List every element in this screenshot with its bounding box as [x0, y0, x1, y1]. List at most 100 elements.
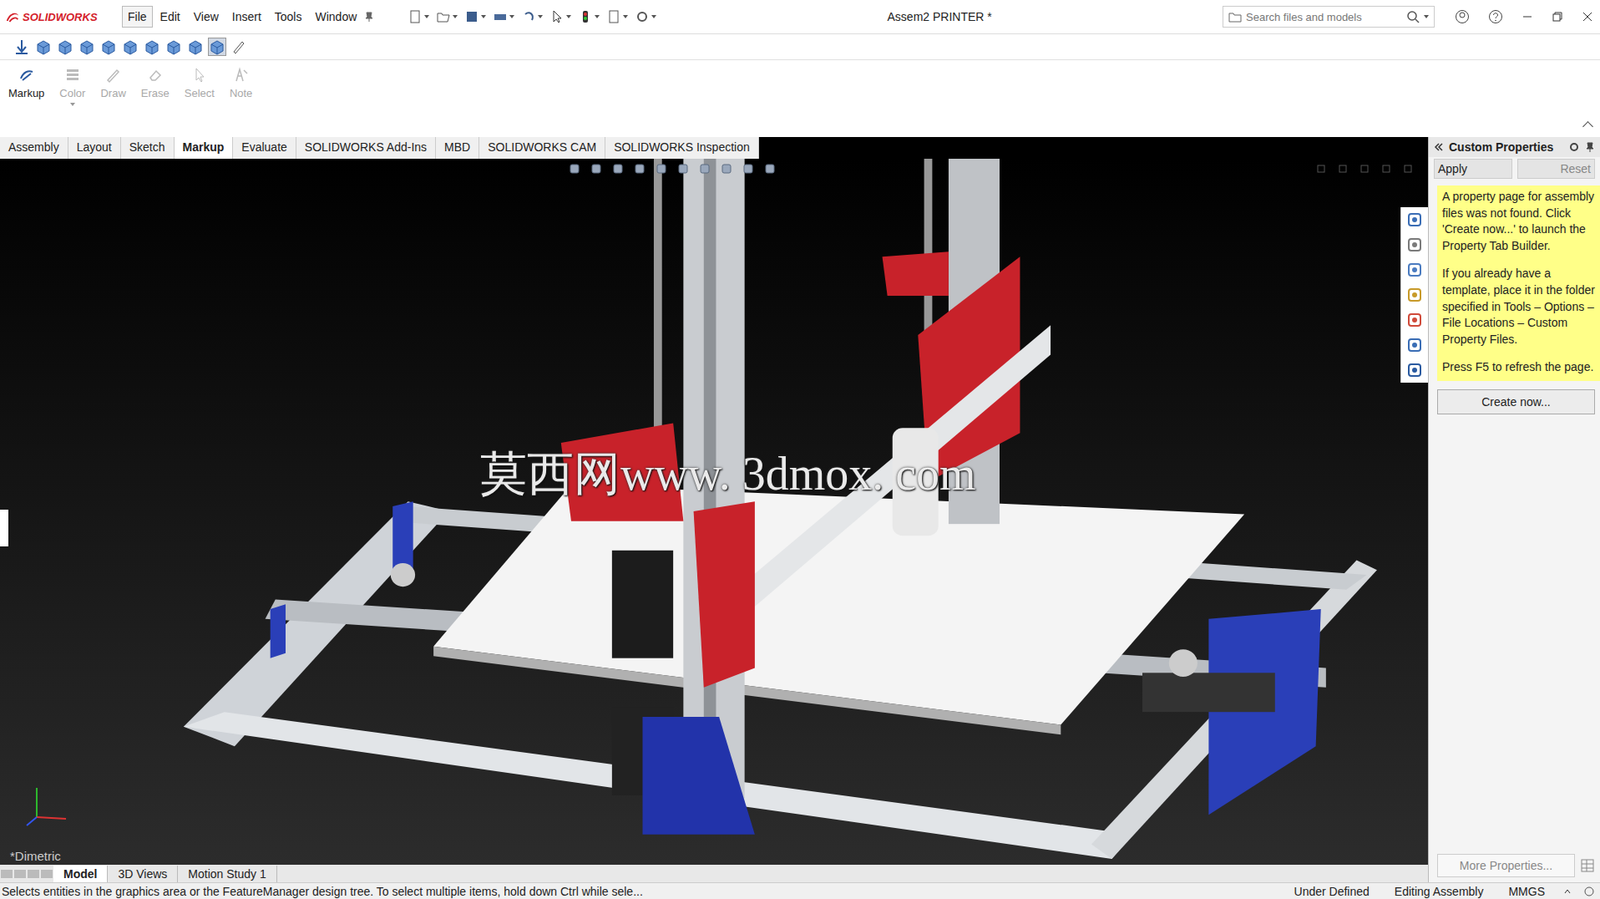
view-tool-icon[interactable] [632, 162, 647, 176]
apply-button[interactable]: Apply [1433, 158, 1513, 179]
create-now-button[interactable]: Create now... [1437, 389, 1595, 415]
view-tool-icon[interactable] [719, 162, 734, 176]
sync-icon[interactable] [1583, 885, 1595, 897]
anchor-icon[interactable] [13, 38, 31, 56]
collapse-ribbon-icon[interactable] [1582, 121, 1594, 132]
user-icon[interactable] [1454, 9, 1470, 25]
view-orientation-icon[interactable] [121, 38, 139, 56]
dropdown-caret-icon [566, 15, 572, 19]
command-tab[interactable]: SOLIDWORKS Add-Ins [296, 136, 436, 159]
menu-item[interactable]: Window [308, 5, 363, 28]
view-orientation-icon[interactable] [143, 38, 161, 56]
menu-item[interactable]: View [187, 5, 225, 28]
viewport-control-icon[interactable] [1337, 163, 1348, 174]
command-tab[interactable]: Sketch [121, 136, 175, 159]
view-tool-icon[interactable] [567, 162, 582, 176]
viewport-control-icon[interactable] [1316, 163, 1327, 174]
view-orientation-icon[interactable] [208, 38, 226, 56]
task-pane-icon[interactable] [1407, 262, 1423, 278]
model-tab[interactable]: 3D Views [107, 865, 178, 882]
feature-tree-handle[interactable] [0, 509, 9, 547]
task-pane-icon[interactable] [1407, 362, 1423, 378]
minimize-icon[interactable] [1521, 10, 1534, 23]
view-orientation-icon[interactable] [165, 38, 183, 56]
chevron-up-icon[interactable] [1563, 886, 1572, 896]
toolbar-button[interactable] [606, 9, 628, 25]
view-tool-icon[interactable] [763, 162, 777, 176]
command-tab[interactable]: SOLIDWORKS Inspection [605, 136, 760, 159]
command-button[interactable]: Draw [100, 66, 126, 100]
collapse-icon[interactable] [1433, 141, 1444, 152]
view-orientation-icon[interactable] [100, 38, 117, 56]
viewport-control-icon[interactable] [1402, 163, 1413, 174]
command-tab[interactable]: Assembly [0, 136, 69, 159]
help-icon[interactable] [1488, 9, 1504, 25]
menu-item[interactable]: File [121, 5, 153, 28]
view-tool-icon[interactable] [654, 162, 669, 176]
restore-icon[interactable] [1551, 10, 1564, 23]
menu-item[interactable]: Edit [154, 5, 187, 28]
view-tool-icon[interactable] [741, 162, 755, 176]
viewport-control-icon[interactable] [1359, 163, 1370, 174]
command-button[interactable]: Note [229, 66, 253, 100]
view-tool-icon[interactable] [698, 162, 712, 176]
model-tab[interactable]: Motion Study 1 [177, 865, 277, 882]
note-paragraph: Press F5 to refresh the page. [1442, 359, 1595, 376]
toolbar-button[interactable] [521, 9, 543, 25]
command-tab[interactable]: MBD [435, 136, 480, 159]
task-pane-icon[interactable] [1407, 237, 1423, 253]
command-tab[interactable]: Evaluate [232, 136, 296, 159]
viewport-control-icon[interactable] [1381, 163, 1392, 174]
sheet-icon [606, 9, 622, 25]
view-tool-icon[interactable] [676, 162, 690, 176]
pin-icon[interactable] [1584, 141, 1595, 152]
search-field[interactable]: Search files and models [1222, 5, 1435, 28]
toolbar-button[interactable] [435, 9, 458, 25]
pin-icon[interactable] [364, 11, 375, 22]
toolbar-button[interactable] [464, 9, 487, 25]
table-icon[interactable] [1579, 857, 1595, 873]
view-orientation-icon[interactable] [78, 38, 96, 56]
brush-icon[interactable] [230, 38, 248, 56]
toolbar-button[interactable] [634, 9, 657, 25]
command-tab[interactable]: SOLIDWORKS CAM [479, 136, 606, 159]
printer-model-icon [0, 158, 1428, 865]
view-orientation-icon[interactable] [187, 38, 204, 56]
task-pane-icon[interactable] [1407, 312, 1423, 328]
toolbar-button[interactable] [549, 9, 572, 25]
command-tab[interactable]: Markup [174, 136, 234, 159]
tab-scroll-icon[interactable] [0, 867, 54, 880]
more-properties-button[interactable]: More Properties... [1437, 853, 1575, 877]
dropdown-caret-icon [70, 102, 76, 107]
status-message: Selects entities in the graphics area or… [1, 884, 1276, 898]
reset-button[interactable]: Reset [1517, 158, 1596, 179]
command-button[interactable]: Markup [8, 66, 45, 100]
view-tool-icon[interactable] [589, 162, 603, 176]
watermark: 莫西网www. 3dmox. com [480, 442, 977, 507]
ds-logo-icon [5, 10, 21, 24]
view-tool-icon[interactable] [611, 162, 625, 176]
command-button[interactable]: Erase [141, 66, 170, 100]
view-orientation-icon[interactable] [35, 38, 52, 56]
model-tab[interactable]: Model [53, 865, 108, 882]
task-pane-icon[interactable] [1407, 337, 1423, 353]
settings-icon[interactable] [1568, 141, 1580, 153]
close-icon[interactable] [1581, 10, 1594, 23]
menu-item[interactable]: Tools [268, 5, 309, 28]
graphics-area[interactable]: 莫西网www. 3dmox. com *Dimetric [0, 158, 1428, 865]
command-button[interactable]: Select [184, 66, 215, 100]
view-orientation-icon[interactable] [56, 38, 74, 56]
toolbar-button[interactable] [492, 9, 515, 25]
toolbar-button[interactable] [577, 9, 600, 25]
toolbar-button[interactable] [407, 9, 430, 25]
panel-header: Custom Properties [1428, 136, 1600, 157]
command-icon [64, 66, 82, 84]
dropdown-caret-icon [481, 15, 487, 19]
task-pane-icon[interactable] [1407, 287, 1423, 303]
view-orientation-label: *Dimetric [10, 848, 61, 863]
command-icon [232, 66, 250, 84]
task-pane-icon[interactable] [1407, 212, 1423, 228]
menu-item[interactable]: Insert [226, 5, 268, 28]
command-tab[interactable]: Layout [68, 136, 122, 159]
command-button[interactable]: Color [59, 66, 86, 107]
